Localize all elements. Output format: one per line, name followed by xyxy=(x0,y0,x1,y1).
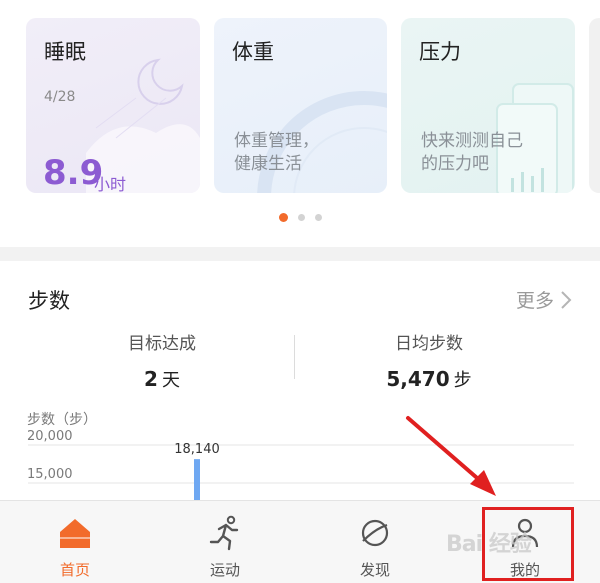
weight-card-title: 体重 xyxy=(232,40,274,64)
y-tick-label: 15,000 xyxy=(27,467,73,482)
section-divider xyxy=(0,247,600,261)
nav-label-exercise: 运动 xyxy=(209,561,240,579)
steps-section[interactable]: 步数 更多 目标达成 2天 日均步数 5,470 步 步数（步） 20,000 15… xyxy=(0,261,600,501)
next-card-peek xyxy=(589,18,600,193)
stress-card[interactable]: 压力 快来测测自己 的压力吧 xyxy=(401,18,575,193)
sleep-card-date: 4/28 xyxy=(44,89,76,105)
chart-bar[interactable] xyxy=(194,459,200,501)
pager-dot[interactable] xyxy=(297,214,305,221)
weight-card-desc: 体重管理， 健康生活 xyxy=(234,131,319,174)
watermark: Bai 经验 xyxy=(446,532,532,557)
carousel-pager xyxy=(0,213,600,222)
home-icon xyxy=(60,519,90,548)
stress-card-title: 压力 xyxy=(419,40,461,64)
nav-item-home[interactable]: 首页 xyxy=(0,501,150,583)
pager-dot-active[interactable] xyxy=(278,213,288,222)
sleep-hours-unit: 小时 xyxy=(94,175,127,193)
stress-card-desc: 快来测测自己 的压力吧 xyxy=(421,131,523,174)
running-icon xyxy=(209,515,239,551)
nav-item-discover[interactable]: 发现 xyxy=(300,501,450,583)
y-tick-label: 20,000 xyxy=(27,429,73,444)
sleep-card[interactable]: 睡眠 4/28 8.9 小时 xyxy=(26,18,200,193)
nav-label-discover: 发现 xyxy=(359,561,390,579)
pager-dot[interactable] xyxy=(314,214,322,221)
steps-chart: 20,000 15,000 18,140 xyxy=(27,429,574,501)
planet-icon xyxy=(361,519,389,547)
weight-card[interactable]: 体重 体重管理， 健康生活 xyxy=(214,18,387,193)
red-arrow-annotation xyxy=(406,416,496,496)
bar-data-label: 18,140 xyxy=(174,442,220,457)
nav-item-exercise[interactable]: 运动 xyxy=(150,501,300,583)
nav-label-home: 首页 xyxy=(59,561,90,579)
health-cards-carousel: 睡眠 4/28 8.9 小时 体重 体重管理， 健康生活 压力 快来测测自己 的… xyxy=(0,0,600,250)
sleep-card-title: 睡眠 xyxy=(44,40,86,64)
